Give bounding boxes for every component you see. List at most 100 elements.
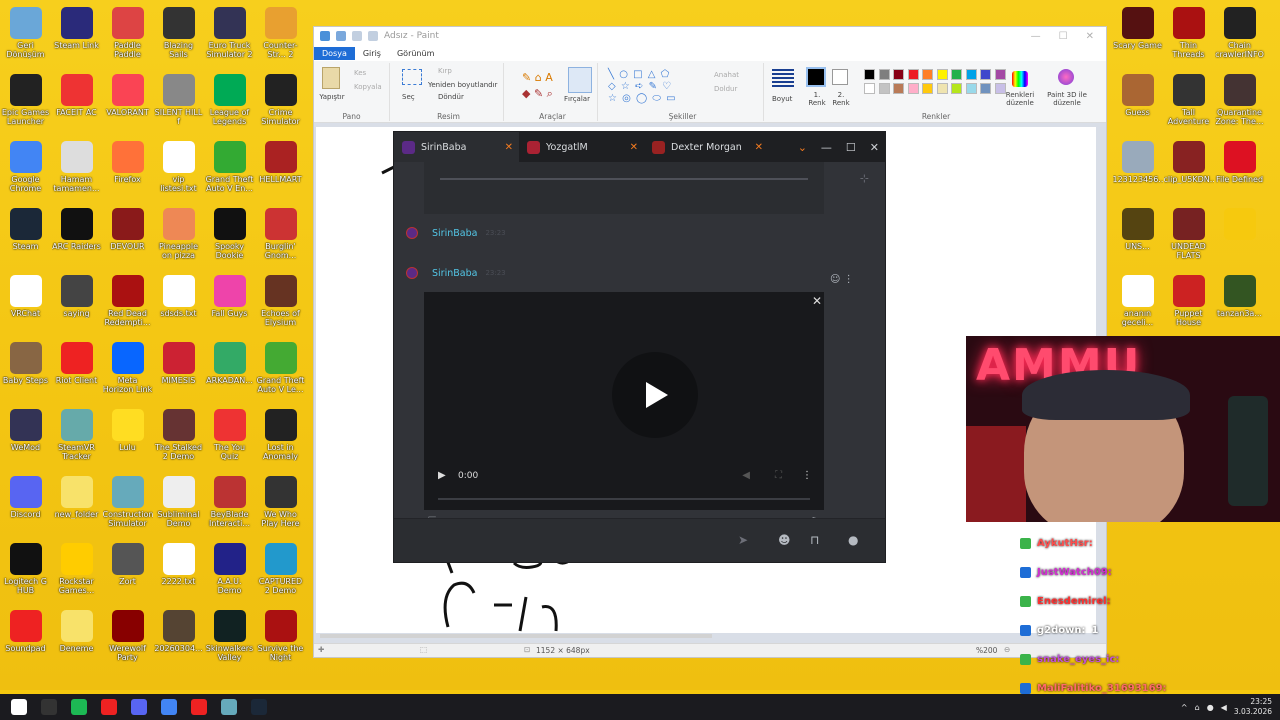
desktop-icon[interactable]: Paddle Paddle — [102, 4, 153, 71]
taskbar-windows-start-button[interactable] — [4, 694, 34, 720]
desktop-icon[interactable]: Burglin' Gnom... — [255, 205, 306, 272]
color-swatch[interactable] — [907, 83, 919, 94]
microphone-icon[interactable]: ● — [1207, 703, 1214, 712]
play-icon[interactable]: ▶ — [438, 470, 446, 481]
size-button[interactable]: Boyut — [772, 95, 792, 103]
taskbar-spotify-button[interactable] — [64, 694, 94, 720]
desktop-icon[interactable]: The You Quiz — [204, 406, 255, 473]
desktop-icon[interactable]: Epic Games Launcher — [0, 71, 51, 138]
microphone-icon[interactable]: ● — [848, 533, 858, 547]
cut-button[interactable]: Kes — [354, 69, 366, 77]
desktop-icon[interactable]: Google Chrome — [0, 138, 51, 205]
tray-overflow-icon[interactable]: ^ — [1181, 703, 1188, 712]
tab-yozgatlm[interactable]: YozgatlM ✕ — [519, 132, 644, 162]
outline-button[interactable]: Anahat — [714, 71, 739, 79]
desktop-icon[interactable]: tanzan3a... — [1214, 272, 1265, 339]
desktop-icon[interactable]: Spooky Dookie — [204, 205, 255, 272]
color-swatch[interactable] — [965, 83, 977, 94]
taskbar-gallery-button[interactable] — [214, 694, 244, 720]
desktop-icon[interactable]: WeMod — [0, 406, 51, 473]
network-icon[interactable]: ⌂ — [1195, 703, 1200, 712]
desktop-icon[interactable]: VRChat — [0, 272, 51, 339]
desktop-icon[interactable]: Scary Game — [1112, 4, 1163, 71]
undo-icon[interactable] — [352, 31, 362, 41]
color-swatch[interactable] — [980, 83, 991, 94]
desktop-icon[interactable]: Logitech G HUB — [0, 540, 51, 607]
color-swatch[interactable] — [878, 83, 890, 94]
zoom-out-icon[interactable]: ⊖ — [1004, 645, 1010, 654]
more-options-icon[interactable]: ⋮ — [802, 470, 812, 481]
minimize-icon[interactable]: — — [821, 141, 832, 154]
eraser-icon[interactable]: ◆ ✎ ⌕ — [522, 87, 553, 101]
video-player[interactable]: ✕ ▶ 0:00 ◀ ⛶ ⋮ — [424, 292, 824, 510]
color-swatch[interactable] — [864, 69, 875, 80]
desktop-icon[interactable]: Steam Link — [51, 4, 102, 71]
crop-button[interactable]: Kırp — [438, 67, 452, 75]
desktop-icon[interactable]: UNS... — [1112, 205, 1163, 272]
desktop-icon[interactable]: Hamam tamamen... — [51, 138, 102, 205]
color-swatch[interactable] — [994, 69, 1006, 80]
desktop-icon[interactable]: League of Legends — [204, 71, 255, 138]
color2-swatch[interactable] — [832, 69, 848, 85]
desktop-icon[interactable]: Geri Dönüşüm — [0, 4, 51, 71]
desktop-icon[interactable]: Blazing Sails — [153, 4, 204, 71]
color-swatch[interactable] — [893, 83, 904, 94]
desktop-icon[interactable]: File Defined — [1214, 138, 1265, 205]
shapes-gallery[interactable]: ╲ ○ □ △ ⬠ ◇ ☆ ➪ ✎ ♡ ☆ ◎ ◯ ⬭ ▭ — [608, 69, 677, 105]
desktop-icon[interactable]: Discord — [0, 473, 51, 540]
desktop-icon[interactable]: BeyBlade Interacti... — [204, 473, 255, 540]
desktop-icon[interactable]: The Stalked 2 Demo — [153, 406, 204, 473]
maximize-icon[interactable]: ☐ — [846, 141, 856, 154]
desktop-icon[interactable]: Subliminal Demo — [153, 473, 204, 540]
tab-sirinbaba[interactable]: SirinBaba ✕ — [394, 132, 519, 162]
desktop-icon[interactable]: We Who Play Here — [255, 473, 306, 540]
desktop-icon[interactable]: 2222.txt — [153, 540, 204, 607]
message-input-bar[interactable]: ➤ ☻ ⊓ ● — [394, 518, 885, 562]
desktop-icon[interactable]: Lulu — [102, 406, 153, 473]
desktop-icon[interactable]: clip_U5KDN... — [1163, 138, 1214, 205]
desktop-icon[interactable]: Steam — [0, 205, 51, 272]
rotate-button[interactable]: Döndür — [438, 93, 464, 101]
desktop-icon[interactable]: HELLMART — [255, 138, 306, 205]
color-swatch[interactable] — [893, 69, 904, 80]
tab-dosya[interactable]: Dosya — [314, 46, 355, 60]
edit-colors-button[interactable]: Renkleri düzenle — [1002, 91, 1038, 107]
desktop-icon[interactable]: 20260304... — [153, 607, 204, 674]
desktop-icon[interactable]: Riot Client — [51, 339, 102, 406]
desktop-icon[interactable]: Soundpad — [0, 607, 51, 674]
tab-gorunum[interactable]: Görünüm — [389, 47, 442, 60]
emoji-react-icon[interactable]: ☺ ⋮ — [830, 274, 854, 285]
desktop-icon[interactable]: ananın geceli... — [1112, 272, 1163, 339]
video-progress-bar[interactable] — [438, 498, 810, 500]
taskbar-record-button[interactable] — [94, 694, 124, 720]
speaker-icon[interactable]: ◀ — [1221, 703, 1227, 712]
desktop-icon[interactable]: Meta Horizon Link — [102, 339, 153, 406]
add-reaction-icon[interactable]: ⊹ — [860, 172, 869, 185]
color-swatch[interactable] — [980, 69, 991, 80]
desktop-icon[interactable]: new_folder — [51, 473, 102, 540]
desktop-icon[interactable]: ARC Raiders — [51, 205, 102, 272]
desktop-icon[interactable]: Thin Threads — [1163, 4, 1214, 71]
save-icon[interactable] — [336, 31, 346, 41]
desktop-icon[interactable]: Grand Theft Auto V Le... — [255, 339, 306, 406]
brushes-button[interactable]: Fırçalar — [564, 95, 590, 103]
pencil-icon[interactable]: ✎ ⌂ A — [522, 71, 553, 84]
select-button[interactable]: Seç — [402, 93, 415, 101]
desktop-icon[interactable]: MIMESIS — [153, 339, 204, 406]
desktop-icon[interactable]: Rockstar Games... — [51, 540, 102, 607]
desktop-icon[interactable]: Deneme — [51, 607, 102, 674]
desktop-icon[interactable]: Counter-Str... 2 — [255, 4, 306, 71]
color-swatch[interactable] — [878, 69, 890, 80]
size-icon[interactable] — [772, 69, 794, 89]
resize-button[interactable]: Yeniden boyutlandır — [428, 81, 497, 89]
color-swatch[interactable] — [922, 69, 933, 80]
desktop-icon[interactable]: DEVOUR — [102, 205, 153, 272]
desktop-icon[interactable]: vip listesi.txt — [153, 138, 204, 205]
desktop-icon[interactable]: Chain crawlerINFO — [1214, 4, 1265, 71]
desktop-icon[interactable]: Red Dead Redempti... — [102, 272, 153, 339]
color-swatch[interactable] — [936, 83, 948, 94]
attachment-icon[interactable]: ⊓ — [810, 533, 819, 547]
desktop-icon[interactable]: VALORANT — [102, 71, 153, 138]
color-swatch[interactable] — [951, 69, 962, 80]
tab-giris[interactable]: Giriş — [355, 47, 389, 60]
